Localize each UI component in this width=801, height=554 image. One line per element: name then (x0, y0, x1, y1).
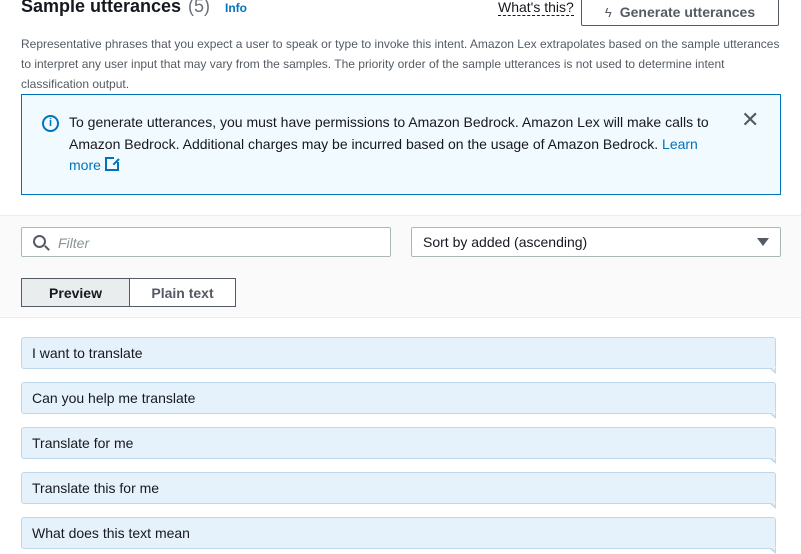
utterance-item[interactable]: Translate this for me (21, 472, 776, 509)
utterance-text: Translate this for me (32, 480, 160, 496)
sort-select[interactable]: Sort by added (ascending) (411, 227, 781, 257)
generate-utterances-label: Generate utterances (619, 4, 756, 20)
utterance-text: I want to translate (32, 345, 143, 361)
utterance-item[interactable]: What does this text mean (21, 517, 776, 554)
filter-field[interactable] (21, 227, 391, 257)
lightning-icon: ϟ (604, 4, 612, 20)
utterance-text: What does this text mean (32, 525, 190, 541)
search-icon (33, 235, 46, 248)
utterance-item[interactable]: I want to translate (21, 337, 776, 374)
utterance-text: Translate for me (32, 435, 134, 451)
utterance-item[interactable]: Translate for me (21, 427, 776, 464)
caret-down-icon (757, 238, 769, 246)
filter-input[interactable] (56, 232, 380, 254)
sort-selected-value: Sort by added (ascending) (423, 234, 588, 250)
generate-utterances-button[interactable]: ϟ Generate utterances (581, 0, 779, 26)
info-link[interactable]: Info (225, 1, 247, 15)
preview-toggle-button[interactable]: Preview (21, 278, 130, 307)
external-link-icon (104, 156, 120, 171)
alert-message: To generate utterances, you must have pe… (69, 112, 729, 177)
info-alert: i To generate utterances, you must have … (21, 94, 781, 195)
section-header: Sample utterances (5) Info What's this? … (0, 0, 801, 30)
section-title: Sample utterances (21, 0, 182, 16)
alert-text: To generate utterances, you must have pe… (69, 114, 709, 152)
info-icon: i (42, 115, 59, 132)
utterance-item[interactable]: Can you help me translate (21, 382, 776, 419)
utterance-text: Can you help me translate (32, 390, 196, 406)
utterance-count: (5) (188, 0, 210, 16)
whats-this-link[interactable]: What's this? (498, 0, 574, 16)
plain-text-toggle-button[interactable]: Plain text (129, 278, 236, 307)
close-icon[interactable]: ✕ (741, 109, 759, 131)
section-description: Representative phrases that you expect a… (21, 37, 780, 91)
